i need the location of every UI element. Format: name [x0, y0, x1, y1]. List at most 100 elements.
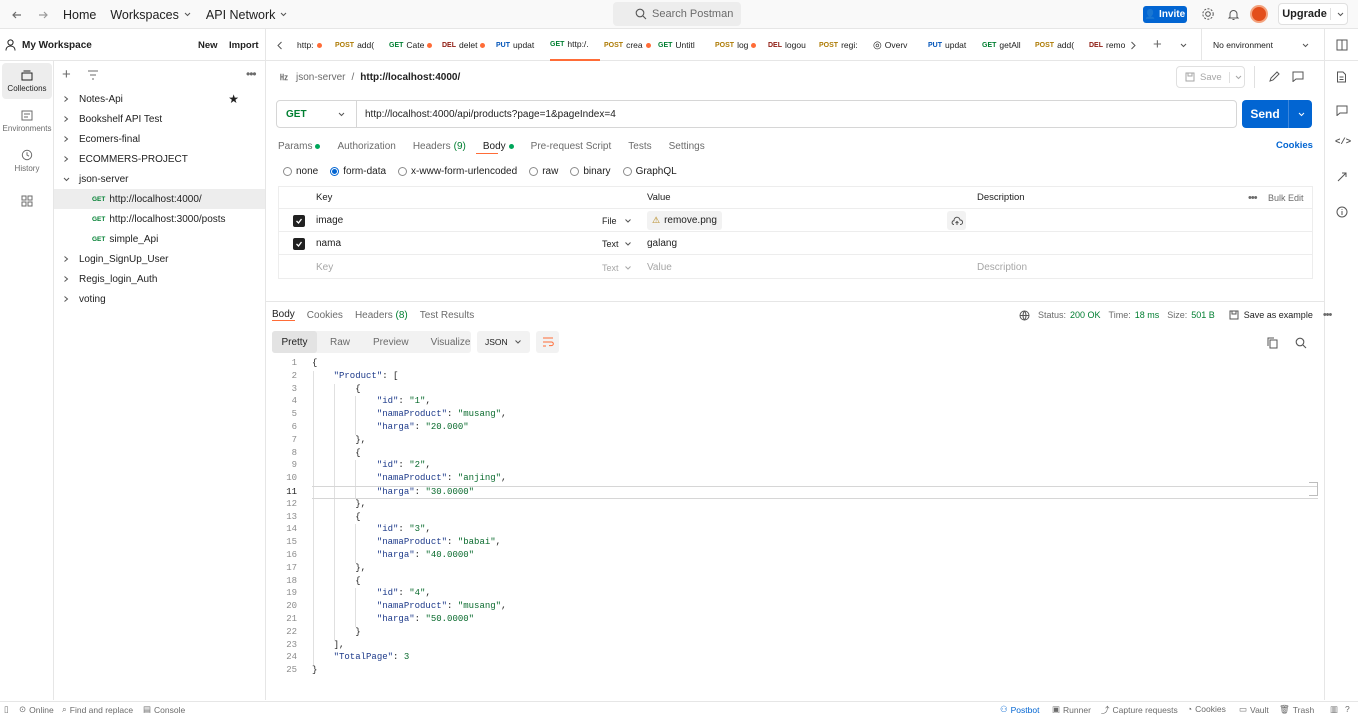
sidebar-toggle[interactable]: ▯ [4, 704, 9, 715]
chevron-down-icon[interactable] [624, 232, 632, 255]
row-type[interactable]: File [602, 209, 617, 232]
request-tab[interactable]: DEL delet [442, 29, 492, 61]
request-tab[interactable]: DEL remo [1089, 29, 1125, 61]
body-type-radio[interactable]: form-data [330, 166, 386, 177]
body-type-radio[interactable]: raw [529, 166, 558, 177]
upload-cloud-icon[interactable] [947, 211, 966, 230]
online-status[interactable]: ⊙ Online [19, 704, 54, 715]
collection-item[interactable]: Bookshelf API Test [54, 109, 265, 129]
request-tab[interactable]: POST add( [1035, 29, 1085, 61]
type-placeholder[interactable]: Text [602, 256, 619, 279]
search-bar[interactable]: Search Postman [613, 2, 741, 26]
request-tab[interactable]: POST add( [335, 29, 385, 61]
breadcrumb-parent[interactable]: json-server [296, 72, 345, 83]
request-tab[interactable]: http: [297, 29, 331, 61]
status-code[interactable]: 200 OK [1070, 310, 1101, 320]
request-item[interactable]: GET http://localhost:3000/posts [54, 209, 265, 229]
cookies-link[interactable]: Cookies [1276, 140, 1313, 151]
forward-arrow-icon[interactable] [32, 4, 54, 26]
vault-button[interactable]: ▭ Vault [1239, 704, 1269, 715]
row-key[interactable]: image [316, 209, 343, 232]
api-network-menu[interactable]: API Network [206, 8, 288, 22]
request-tab[interactable]: POST log [715, 29, 764, 61]
gear-icon[interactable] [1197, 3, 1219, 25]
layout-toggle[interactable]: ▥ [1330, 704, 1338, 715]
capture-requests-button[interactable]: ⤴ Capture requests [1101, 704, 1178, 716]
chevron-right-icon[interactable] [58, 95, 74, 103]
chevron-right-icon[interactable] [58, 275, 74, 283]
row-value[interactable]: galang [647, 232, 677, 255]
rail-apps[interactable] [2, 183, 52, 219]
method-select[interactable]: GET [277, 101, 357, 127]
upgrade-button[interactable]: Upgrade [1278, 3, 1348, 25]
chevron-right-icon[interactable] [58, 135, 74, 143]
back-arrow-icon[interactable] [6, 4, 28, 26]
star-icon[interactable]: ★ [228, 92, 239, 106]
bulk-edit-link[interactable]: Bulk Edit [1268, 186, 1304, 209]
rail-environments[interactable]: Environments [2, 103, 52, 139]
avatar[interactable] [1250, 5, 1268, 23]
request-tab[interactable]: PUT updat [928, 29, 978, 61]
response-size[interactable]: 501 B [1191, 310, 1215, 320]
collection-item[interactable]: voting [54, 289, 265, 309]
comments-icon[interactable] [1336, 105, 1348, 116]
request-tab[interactable]: GET Untitl [658, 29, 711, 61]
documentation-icon[interactable] [1336, 71, 1347, 83]
chevron-right-icon[interactable] [58, 295, 74, 303]
request-tab[interactable]: PUT updat [496, 29, 546, 61]
breadcrumb-current[interactable]: http://localhost:4000/ [360, 72, 460, 83]
tab-visualize[interactable]: Visualize [431, 337, 471, 348]
collection-item[interactable]: Regis_login_Auth [54, 269, 265, 289]
chevron-down-icon[interactable] [58, 175, 74, 184]
save-button[interactable]: Save [1176, 66, 1245, 88]
tab-pre-request-script[interactable]: Pre-request Script [531, 141, 612, 152]
chevron-right-icon[interactable] [58, 255, 74, 263]
comment-icon[interactable] [1292, 71, 1304, 82]
filter-icon[interactable] [87, 70, 99, 80]
globe-icon[interactable] [1019, 310, 1030, 321]
bell-icon[interactable] [1222, 3, 1244, 25]
key-placeholder[interactable]: Key [316, 256, 333, 279]
row-type[interactable]: Text [602, 232, 619, 255]
tab-preview[interactable]: Preview [373, 337, 409, 348]
tab-response-body[interactable]: Body [272, 309, 295, 321]
add-collection-icon[interactable]: + [62, 67, 71, 82]
url-input[interactable]: http://localhost:4000/api/products?page=… [365, 109, 616, 120]
value-placeholder[interactable]: Value [647, 256, 672, 279]
new-button[interactable]: New [198, 40, 218, 51]
chevron-down-icon[interactable] [1336, 10, 1345, 19]
code-icon[interactable]: </> [1335, 137, 1351, 147]
edit-icon[interactable] [1268, 71, 1280, 83]
more-options-icon[interactable]: ••• [1248, 186, 1258, 209]
row-checkbox[interactable] [293, 209, 305, 232]
runner-button[interactable]: ▣ Runner [1052, 704, 1091, 715]
more-options-icon[interactable]: ••• [1323, 309, 1333, 321]
tab-body[interactable]: Body [483, 141, 514, 152]
search-icon[interactable] [1295, 337, 1307, 349]
tabs-dropdown-icon[interactable] [1179, 41, 1188, 50]
request-tab[interactable]: GET getAll [982, 29, 1031, 61]
tab-response-cookies[interactable]: Cookies [307, 310, 343, 321]
tab-test-results[interactable]: Test Results [420, 310, 474, 321]
new-tab-icon[interactable]: + [1153, 36, 1162, 53]
request-tab[interactable]: POST regi: [819, 29, 869, 61]
request-tab[interactable]: ◎ Overv [873, 29, 924, 61]
body-type-radio[interactable]: GraphQL [622, 166, 677, 177]
scroll-right-icon[interactable] [1129, 41, 1137, 50]
tab-pretty[interactable]: Pretty [272, 331, 317, 353]
console-button[interactable]: ▤ Console [143, 704, 185, 715]
collection-item[interactable]: Login_SignUp_User [54, 249, 265, 269]
import-button[interactable]: Import [229, 40, 259, 51]
chevron-right-icon[interactable] [58, 115, 74, 123]
request-tab[interactable]: GET http:/. [550, 29, 600, 61]
copy-icon[interactable] [1267, 337, 1278, 349]
layout-icon[interactable] [1336, 39, 1348, 51]
row-key[interactable]: nama [316, 232, 341, 255]
body-type-radio[interactable]: none [283, 166, 318, 177]
row-checkbox[interactable] [293, 232, 305, 255]
collection-item[interactable]: Notes-Api ★ [54, 89, 265, 109]
format-select[interactable]: JSON [477, 331, 530, 353]
tab-headers[interactable]: Headers (9) [413, 141, 466, 152]
more-options-icon[interactable]: ••• [246, 67, 257, 81]
postbot-button[interactable]: ⚇ Postbot [1000, 704, 1039, 715]
